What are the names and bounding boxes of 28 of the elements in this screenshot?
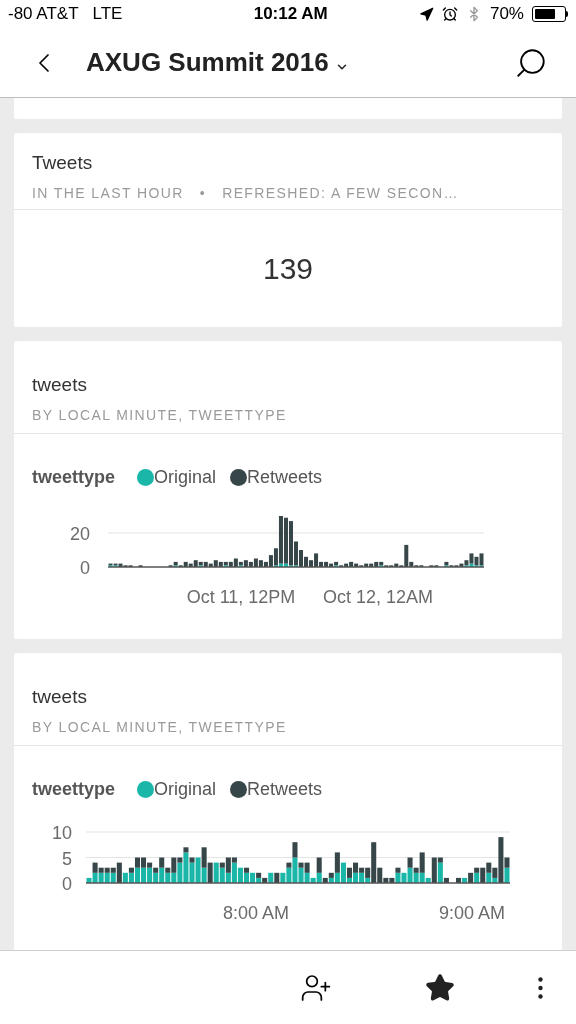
legend-title: tweettype <box>32 466 116 489</box>
legend-label: Retweets <box>247 466 323 489</box>
tile-subtitle: BY LOCAL MINUTE, TWEETTYPE <box>32 718 287 737</box>
tile-title: tweets <box>32 373 88 397</box>
tile-subtitle: BY LOCAL MINUTE, TWEETTYPE <box>32 406 287 425</box>
carrier-label: -80 AT&T <box>8 3 79 26</box>
metric-value: 139 <box>262 251 314 287</box>
x-axis-label: 9:00 AM <box>439 903 505 923</box>
y-axis-label: 0 <box>62 874 72 894</box>
x-axis-label: 8:00 AM <box>223 903 289 923</box>
clock-time: 10:12 AM <box>253 3 328 26</box>
x-axis-label: Oct 12, 12AM <box>322 587 434 607</box>
y-axis-label: 20 <box>69 524 90 544</box>
tile-subtitle: IN THE LAST HOUR <box>32 184 184 203</box>
legend-label: Original <box>154 778 217 801</box>
tile-title: tweets <box>32 685 88 709</box>
legend-label: Retweets <box>247 778 323 801</box>
y-axis-label: 0 <box>80 558 90 578</box>
y-axis-label: 5 <box>62 848 72 869</box>
legend-label: Original <box>154 466 217 489</box>
x-axis-label: Oct 11, 12PM <box>186 587 296 607</box>
y-axis-label: 10 <box>51 823 72 843</box>
battery-percentage: 70% <box>489 3 524 26</box>
tile-subtitle: REFRESHED: A FEW SECON… <box>222 184 459 203</box>
legend-title: tweettype <box>32 778 116 801</box>
tile-title: Tweets <box>32 151 94 175</box>
separator-dot: • <box>199 184 207 203</box>
network-label: LTE <box>92 3 123 26</box>
